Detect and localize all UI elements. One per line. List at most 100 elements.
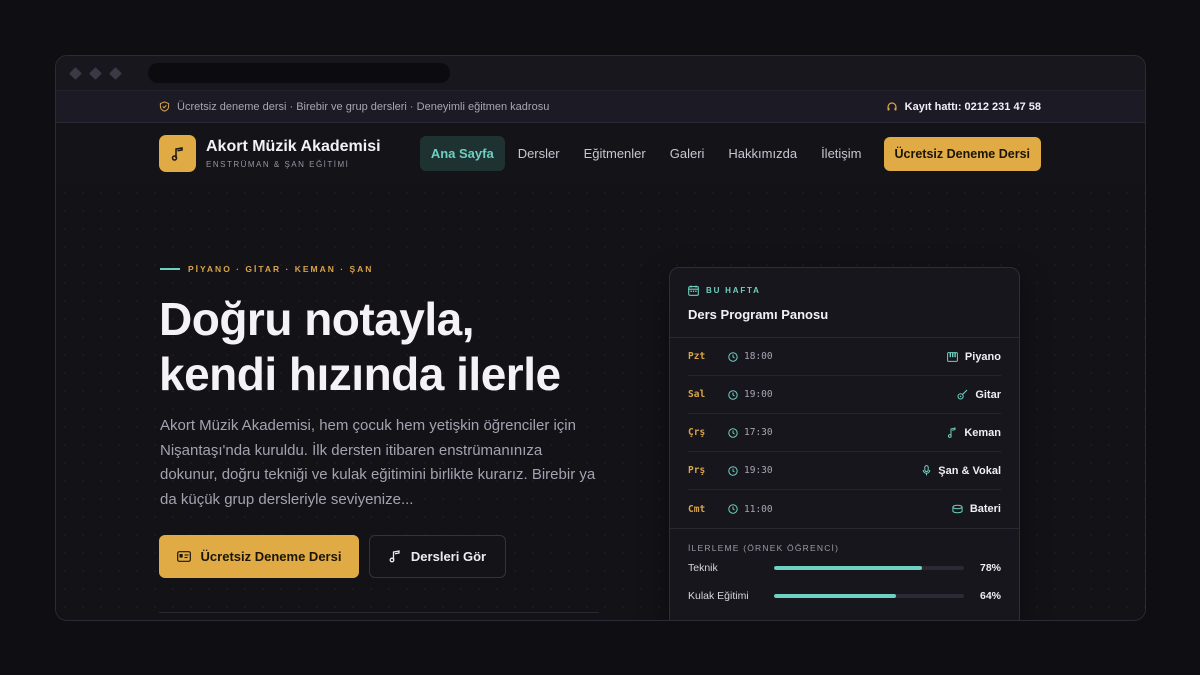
schedule-time: 17:30 [728, 427, 773, 438]
schedule-instrument-text: Piyano [964, 350, 1001, 363]
nav-menu: Ana Sayfa Dersler Eğitmenler Galeri Hakk… [419, 136, 1041, 171]
announcement-bar: Ücretsiz deneme dersi · Birebir ve grup … [56, 91, 1145, 123]
nav-item-dersler[interactable]: Dersler [507, 136, 571, 171]
schedule-instrument-text: Bateri [969, 503, 1001, 515]
progress-track [774, 566, 964, 570]
schedule-row[interactable]: Cmt 11:00 Bateri [688, 490, 1001, 528]
progress-name: Kulak Eğitimi [688, 590, 749, 602]
microphone-icon [922, 465, 931, 476]
headline-line-1: Doğru notayla, [159, 293, 475, 345]
view-lessons-button[interactable]: Dersleri Gör [369, 535, 506, 578]
progress-fill [774, 566, 923, 570]
main-navbar: Akort Müzik Akademisi ENSTRÜMAN & ŞAN EĞ… [56, 123, 1145, 185]
schedule-list: Pzt 18:00 Piyano Sal 19:00 Gitar Çrş 17:… [670, 338, 1019, 528]
clock-icon [728, 389, 738, 400]
music-note-icon[interactable] [159, 135, 196, 172]
schedule-time-text: 19:30 [744, 465, 773, 476]
schedule-row[interactable]: Sal 19:00 Gitar [688, 376, 1001, 414]
eyebrow-text: PİYANO · GİTAR · KEMAN · ŞAN [188, 264, 374, 274]
browser-chrome [56, 56, 1145, 91]
announcement-info: Ücretsiz deneme dersi · Birebir ve grup … [159, 101, 549, 113]
progress-track [774, 594, 964, 598]
hero-divider [159, 612, 599, 613]
hero-section: PİYANO · GİTAR · KEMAN · ŞAN Doğru notay… [56, 184, 1145, 620]
progress-section: İLERLEME (ÖRNEK ÖĞRENCİ) Teknik 78% Kula… [670, 528, 1019, 609]
drum-icon [952, 504, 963, 514]
clock-icon [728, 504, 738, 514]
trial-lesson-button-label: Ücretsiz Deneme Dersi [200, 549, 342, 564]
brand-title: Akort Müzik Akademisi [206, 138, 381, 155]
window-control-dot[interactable] [69, 66, 82, 80]
nav-item-galeri[interactable]: Galeri [659, 136, 716, 171]
clock-icon [728, 465, 738, 476]
hotline[interactable]: Kayıt hattı: 0212 231 47 58 [886, 101, 1041, 113]
brand-subtitle: ENSTRÜMAN & ŞAN EĞİTİMİ [206, 160, 350, 169]
headset-icon [886, 101, 898, 113]
clock-icon [728, 427, 738, 438]
violin-icon [947, 427, 957, 438]
piano-icon [947, 351, 958, 362]
trial-lesson-nav-button[interactable]: Ücretsiz Deneme Dersi [883, 136, 1041, 171]
schedule-time-text: 17:30 [744, 427, 773, 438]
schedule-instrument-text: Şan & Vokal [938, 464, 1001, 477]
id-card-icon [176, 551, 191, 562]
progress-row: Teknik 78% [688, 555, 1001, 581]
schedule-instrument: Bateri [952, 503, 1001, 515]
music-note-icon [389, 550, 401, 563]
progress-value: 78% [979, 562, 1001, 574]
progress-fill [774, 594, 896, 598]
schedule-row[interactable]: Çrş 17:30 Keman [688, 414, 1001, 452]
hotline-text: Kayıt hattı: 0212 231 47 58 [904, 100, 1041, 113]
nav-item-egitmenler[interactable]: Eğitmenler [573, 136, 657, 171]
nav-item-ana-sayfa[interactable]: Ana Sayfa [419, 136, 505, 171]
headline-line-2: kendi hızında ilerle [159, 348, 561, 400]
announcement-text: Ücretsiz deneme dersi · Birebir ve grup … [177, 100, 550, 113]
progress-name: Teknik [688, 562, 718, 574]
schedule-time: 19:30 [728, 465, 773, 476]
address-bar[interactable] [148, 63, 450, 83]
schedule-instrument-text: Keman [964, 426, 1001, 439]
hero-lead: Akort Müzik Akademisi, hem çocuk hem yet… [160, 417, 596, 508]
schedule-time-text: 18:00 [744, 351, 773, 362]
schedule-day: Sal [688, 389, 706, 400]
panel-kicker: BU HAFTA [688, 285, 1001, 296]
brand[interactable]: Akort Müzik Akademisi ENSTRÜMAN & ŞAN EĞ… [206, 138, 381, 169]
schedule-time: 11:00 [728, 504, 773, 515]
panel-title: Ders Programı Panosu [688, 307, 829, 322]
view-lessons-button-label: Dersleri Gör [410, 549, 487, 564]
schedule-instrument: Gitar [957, 389, 1001, 401]
nav-item-hakkimizda[interactable]: Hakkımızda [717, 136, 808, 171]
schedule-instrument: Piyano [947, 351, 1001, 363]
schedule-day: Pzt [688, 351, 706, 362]
schedule-instrument: Şan & Vokal [922, 465, 1001, 477]
eyebrow-line [160, 268, 180, 270]
hero-eyebrow: PİYANO · GİTAR · KEMAN · ŞAN [160, 264, 373, 274]
schedule-time-text: 19:00 [744, 389, 773, 400]
calendar-icon [688, 285, 699, 296]
browser-window: Ücretsiz deneme dersi · Birebir ve grup … [55, 55, 1146, 621]
trial-lesson-button[interactable]: Ücretsiz Deneme Dersi [159, 535, 359, 578]
progress-label: İLERLEME (ÖRNEK ÖĞRENCİ) [688, 543, 840, 553]
panel-header: BU HAFTA Ders Programı Panosu [670, 268, 1019, 338]
schedule-instrument: Keman [947, 427, 1001, 439]
hero-headline: Doğru notayla, kendi hızında ilerle [159, 292, 561, 402]
progress-row: Kulak Eğitimi 64% [688, 583, 1001, 609]
schedule-time-text: 11:00 [744, 503, 773, 515]
guitar-icon [957, 389, 968, 400]
window-control-dot[interactable] [89, 66, 102, 80]
schedule-time: 19:00 [728, 389, 773, 400]
schedule-time: 18:00 [728, 351, 773, 362]
schedule-day: Cmt [688, 503, 706, 515]
schedule-day: Çrş [688, 427, 706, 438]
progress-value: 64% [979, 590, 1001, 602]
panel-kicker-text: BU HAFTA [706, 286, 761, 295]
window-control-dot[interactable] [109, 66, 122, 80]
schedule-row[interactable]: Pzt 18:00 Piyano [688, 338, 1001, 376]
clock-icon [728, 351, 738, 362]
schedule-day: Prş [688, 465, 706, 476]
nav-item-iletisim[interactable]: İletişim [810, 136, 872, 171]
schedule-panel: BU HAFTA Ders Programı Panosu Pzt 18:00 … [669, 267, 1020, 620]
shield-check-icon [159, 101, 170, 112]
schedule-row[interactable]: Prş 19:30 Şan & Vokal [688, 452, 1001, 490]
schedule-instrument-text: Gitar [975, 388, 1001, 401]
